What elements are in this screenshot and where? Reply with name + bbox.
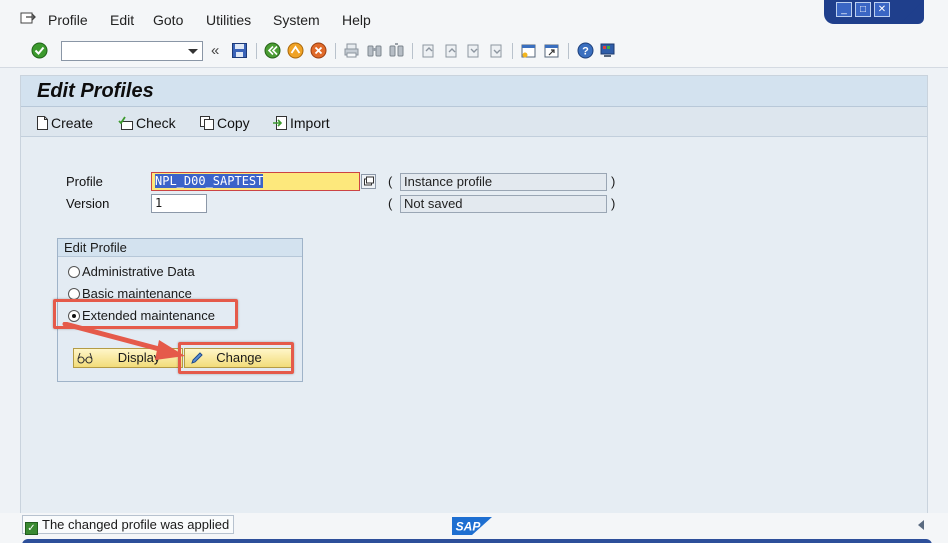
close-icon[interactable]: ✕ [874,2,890,17]
find-icon[interactable] [366,42,383,59]
status-message[interactable]: ✓ The changed profile was applied [22,515,235,535]
copy-button[interactable]: Copy [200,115,250,131]
check-profile-icon [118,116,133,130]
menu-profile[interactable]: Profile [48,12,88,28]
version-status-field: Not saved [400,195,607,213]
window-bottom-frame [22,539,932,543]
create-button[interactable]: Create [36,115,93,131]
menu-help[interactable]: Help [342,12,371,28]
enter-check-icon[interactable] [31,42,48,59]
maximize-icon[interactable]: □ [855,2,871,17]
toolbar-separator [335,43,336,59]
command-field[interactable] [61,41,203,61]
layout-menu-icon[interactable] [599,42,616,59]
create-session-icon[interactable] [520,42,537,59]
toolbar-separator [512,43,513,59]
success-check-icon: ✓ [25,522,38,535]
menu-system[interactable]: System [273,12,320,28]
save-icon[interactable] [231,42,248,59]
page-title: Edit Profiles [37,80,154,102]
close-paren: ) [611,196,616,211]
radio-administrative-data[interactable]: Administrative Data [68,264,195,279]
new-document-icon [37,116,48,130]
window-controls-tail [900,0,924,24]
toolbar-separator [256,43,257,59]
minimize-icon[interactable]: _ [836,2,852,17]
copy-icon [200,116,214,130]
status-expand-icon[interactable] [918,520,924,530]
toolbar-separator [412,43,413,59]
import-button[interactable]: Import [273,115,330,131]
last-page-icon[interactable] [488,42,505,59]
toolbar-separator [568,43,569,59]
highlight-change-button [178,342,294,374]
title-bar: Edit Profiles [21,76,927,107]
help-icon[interactable]: ? [577,42,594,59]
previous-page-icon[interactable] [443,42,460,59]
collapse-icon[interactable]: « [211,42,228,59]
profile-label: Profile [66,174,103,189]
menu-bar: Profile Edit Goto Utilities System Help … [0,0,948,36]
group-title: Edit Profile [58,239,302,257]
svg-text:?: ? [582,46,589,58]
menu-utilities[interactable]: Utilities [206,12,251,28]
exit-icon[interactable] [287,42,304,59]
open-paren: ( [388,196,393,211]
standard-toolbar: « ? [0,36,948,68]
radio-button[interactable] [68,266,80,278]
profile-input[interactable]: NPL_D00_SAPTEST [151,172,360,191]
annotation-arrow [62,322,185,360]
search-help-icon[interactable] [361,174,376,189]
version-label: Version [66,196,110,211]
menu-goto[interactable]: Goto [153,12,183,28]
next-page-icon[interactable] [465,42,482,59]
print-icon[interactable] [343,42,360,59]
open-paren: ( [388,174,393,189]
shortcut-icon[interactable] [543,42,560,59]
back-icon[interactable] [264,42,281,59]
sap-logo: SAP [452,517,492,535]
cancel-icon[interactable] [310,42,327,59]
find-next-icon[interactable] [388,42,405,59]
first-page-icon[interactable] [420,42,437,59]
version-input[interactable]: 1 [151,194,207,213]
menu-edit[interactable]: Edit [110,12,134,28]
main-screen: Edit Profiles Create Check Copy Import P… [20,75,928,515]
profile-value: NPL_D00_SAPTEST [155,174,264,188]
menu-icon[interactable] [20,11,36,25]
profile-type-field: Instance profile [400,173,607,191]
application-toolbar: Create Check Copy Import [21,107,927,137]
svg-text:SAP: SAP [456,520,482,534]
import-icon [273,116,287,130]
close-paren: ) [611,174,616,189]
chevron-down-icon[interactable] [188,49,198,54]
check-button[interactable]: Check [118,115,176,131]
